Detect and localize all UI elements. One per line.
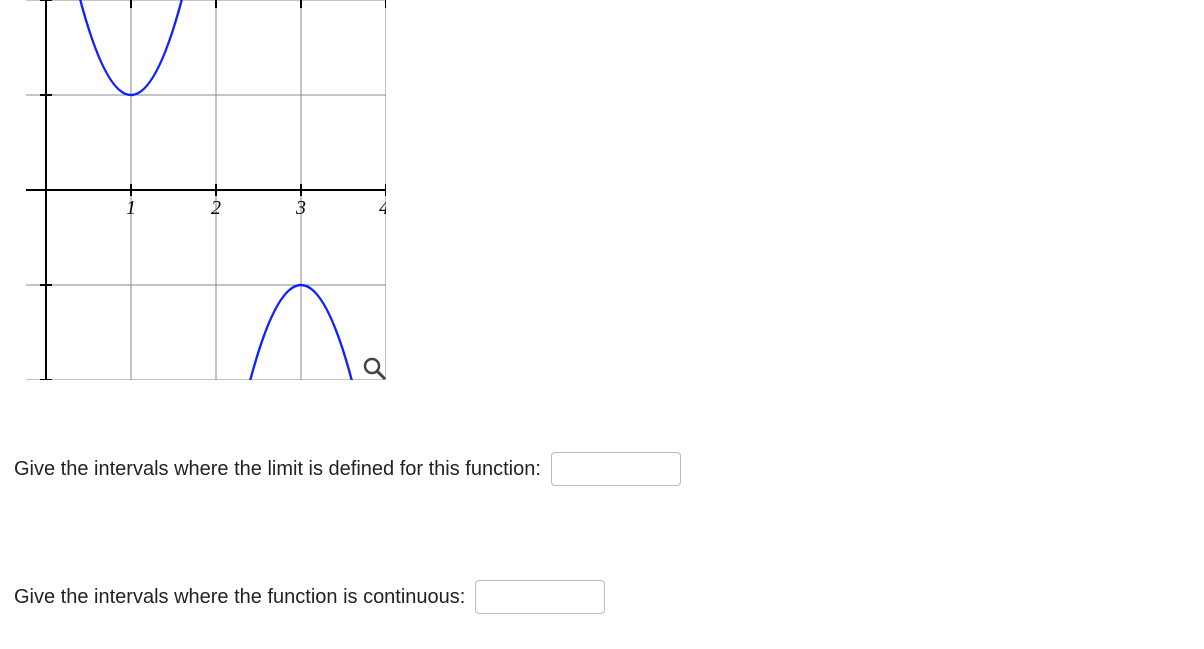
- x-tick-1: 1: [126, 197, 136, 219]
- graph-panel: 1 2 3 4: [26, 0, 386, 380]
- x-tick-3: 3: [295, 197, 306, 219]
- x-tick-4: 4: [379, 197, 386, 219]
- question-1-row: Give the intervals where the limit is de…: [14, 452, 681, 486]
- graph-svg: 1 2 3 4: [26, 0, 386, 380]
- magnifier-icon[interactable]: [365, 359, 384, 378]
- question-2-row: Give the intervals where the function is…: [14, 580, 605, 614]
- question-2-input[interactable]: [475, 580, 605, 614]
- question-1-prompt: Give the intervals where the limit is de…: [14, 458, 541, 481]
- x-tick-2: 2: [211, 197, 221, 219]
- question-1-input[interactable]: [551, 452, 681, 486]
- question-2-prompt: Give the intervals where the function is…: [14, 586, 465, 609]
